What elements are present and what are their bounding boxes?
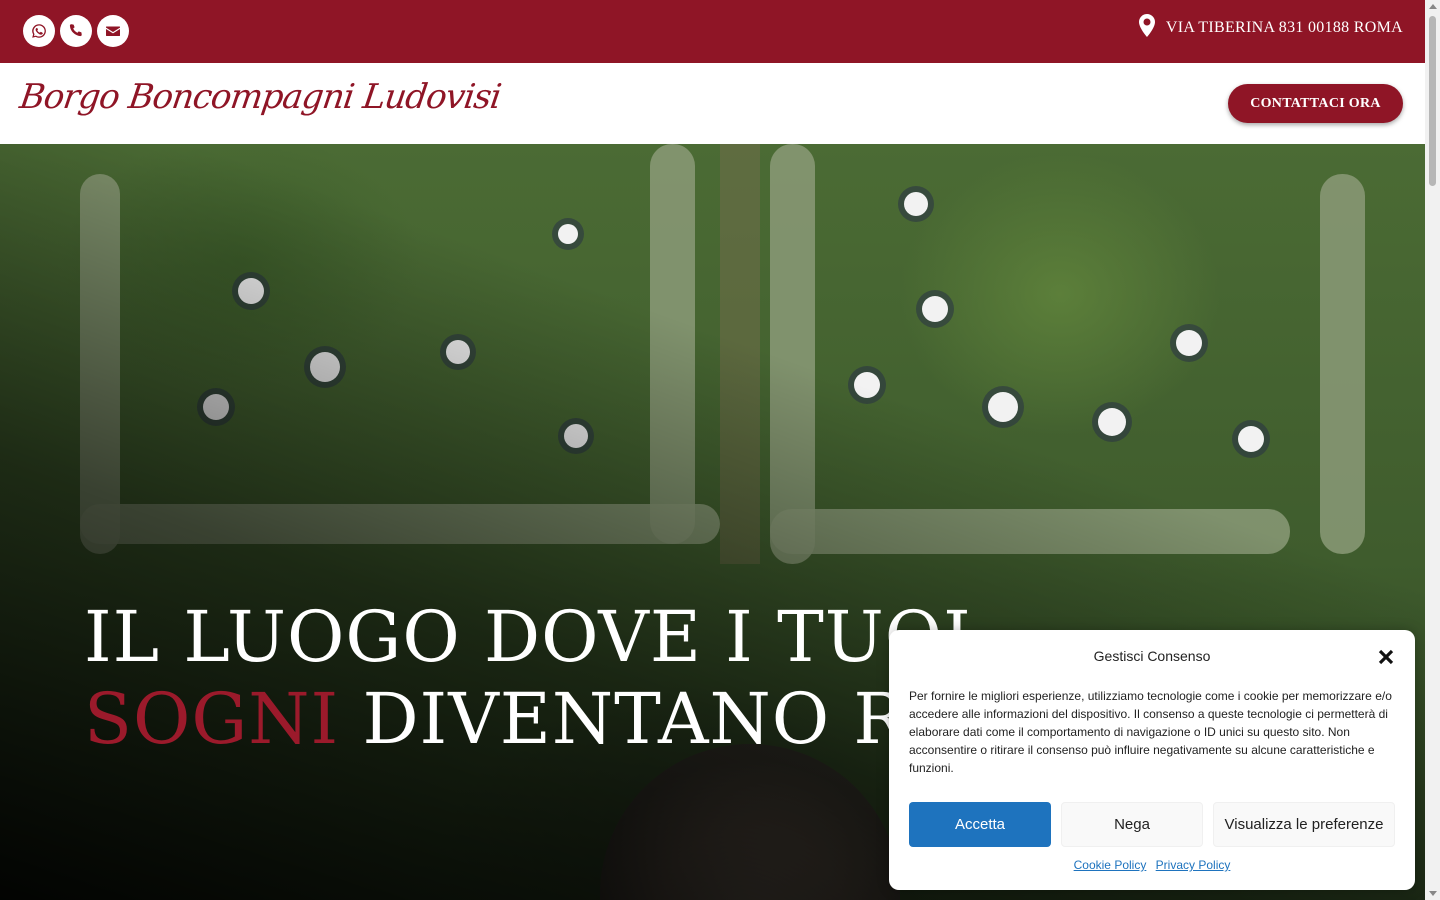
hero-headline: IL LUOGO DOVE I TUOI SOGNI DIVENTANO R: [84, 596, 972, 760]
whatsapp-button[interactable]: [23, 15, 55, 47]
scroll-thumb[interactable]: [1429, 16, 1436, 186]
whatsapp-icon: [32, 24, 46, 38]
contact-now-button[interactable]: CONTATTACI ORA: [1228, 84, 1403, 123]
headline-line-2: DIVENTANO R: [362, 678, 908, 760]
top-bar: VIA TIBERINA 831 00188 ROMA: [0, 0, 1425, 63]
headline-accent: SOGNI: [84, 678, 340, 760]
consent-links: Cookie Policy Privacy Policy: [889, 858, 1415, 872]
deny-button[interactable]: Nega: [1061, 802, 1203, 847]
cookie-consent-dialog: Gestisci Consenso Per fornire le miglior…: [889, 630, 1415, 890]
headline-line-1: IL LUOGO DOVE I TUOI: [84, 596, 972, 678]
site-logo[interactable]: Borgo Boncompagni Ludovisi: [17, 77, 503, 117]
phone-icon: [69, 24, 82, 37]
phone-button[interactable]: [60, 15, 92, 47]
address: VIA TIBERINA 831 00188 ROMA: [1138, 14, 1403, 38]
map-pin-icon: [1138, 14, 1155, 37]
accept-button[interactable]: Accetta: [909, 802, 1051, 847]
envelope-icon: [106, 26, 120, 36]
close-button[interactable]: [1377, 648, 1395, 666]
email-button[interactable]: [97, 15, 129, 47]
cookie-policy-link[interactable]: Cookie Policy: [1074, 858, 1147, 872]
scroll-up-icon[interactable]: [1429, 4, 1437, 9]
page-scrollbar[interactable]: [1425, 0, 1440, 900]
privacy-policy-link[interactable]: Privacy Policy: [1156, 858, 1231, 872]
consent-description: Per fornire le migliori esperienze, util…: [909, 689, 1392, 775]
consent-title: Gestisci Consenso: [1093, 648, 1211, 664]
scroll-down-icon[interactable]: [1429, 891, 1437, 896]
view-preferences-button[interactable]: Visualizza le preferenze: [1213, 802, 1395, 847]
address-text: VIA TIBERINA 831 00188 ROMA: [1165, 19, 1403, 36]
close-icon: [1378, 649, 1394, 665]
site-header: Borgo Boncompagni Ludovisi CONTATTACI OR…: [0, 63, 1425, 144]
